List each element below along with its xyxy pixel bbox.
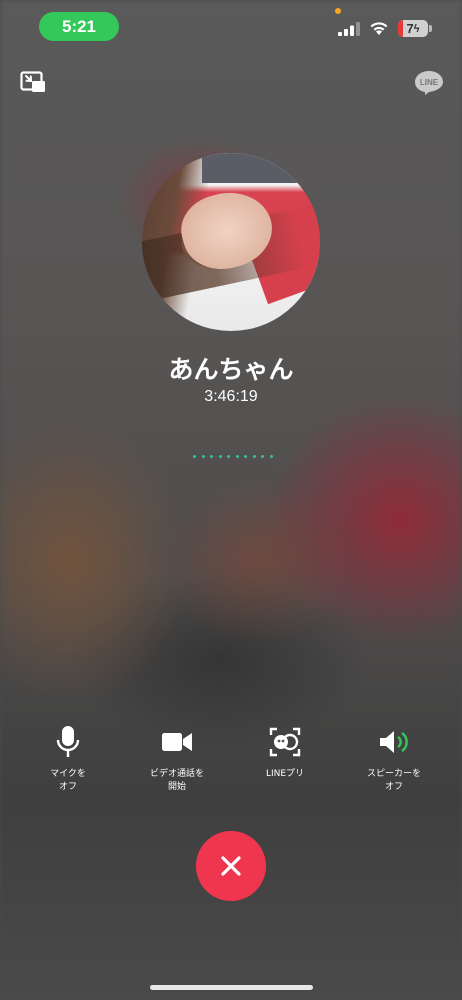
charging-bolt-icon: ϟ — [413, 22, 420, 35]
privacy-indicator-dot — [335, 8, 341, 14]
speaker-icon — [380, 731, 408, 753]
mute-mic-button[interactable]: マイクを オフ — [18, 724, 118, 794]
close-icon — [221, 856, 241, 876]
battery-indicator: 7 ϟ — [398, 20, 428, 37]
call-controls: マイクを オフ ビデオ通話を 開始 LINEプリ スピーカーを オフ — [0, 724, 462, 804]
home-indicator[interactable] — [150, 985, 313, 990]
cellular-signal-icon — [338, 22, 360, 36]
battery-level: 7 — [406, 21, 414, 36]
video-camera-icon — [162, 733, 192, 751]
line-puri-button[interactable]: LINEプリ — [235, 724, 335, 781]
contact-name: あんちゃん — [168, 355, 294, 384]
wifi-icon — [370, 22, 388, 35]
line-logo-text: LINE — [420, 78, 439, 87]
line-puri-label: LINEプリ — [265, 769, 305, 779]
start-video-call-label: ビデオ通話を 開始 — [149, 769, 204, 792]
face-filter-icon — [269, 727, 301, 757]
end-call-button[interactable] — [196, 831, 266, 901]
avatar — [142, 153, 320, 331]
microphone-icon — [56, 726, 80, 757]
speaker-button[interactable]: スピーカーを オフ — [344, 724, 444, 794]
start-video-call-button[interactable]: ビデオ通話を 開始 — [127, 724, 227, 794]
battery-nub — [429, 25, 432, 32]
minimize-icon[interactable] — [20, 71, 46, 95]
call-duration: 3:46:19 — [204, 388, 258, 405]
mute-mic-label: マイクを オフ — [50, 769, 86, 792]
speaker-label: スピーカーを オフ — [366, 769, 421, 792]
status-time: 5:21 — [39, 12, 119, 41]
line-logo-icon: LINE — [414, 70, 444, 96]
connection-indicator — [193, 455, 273, 461]
